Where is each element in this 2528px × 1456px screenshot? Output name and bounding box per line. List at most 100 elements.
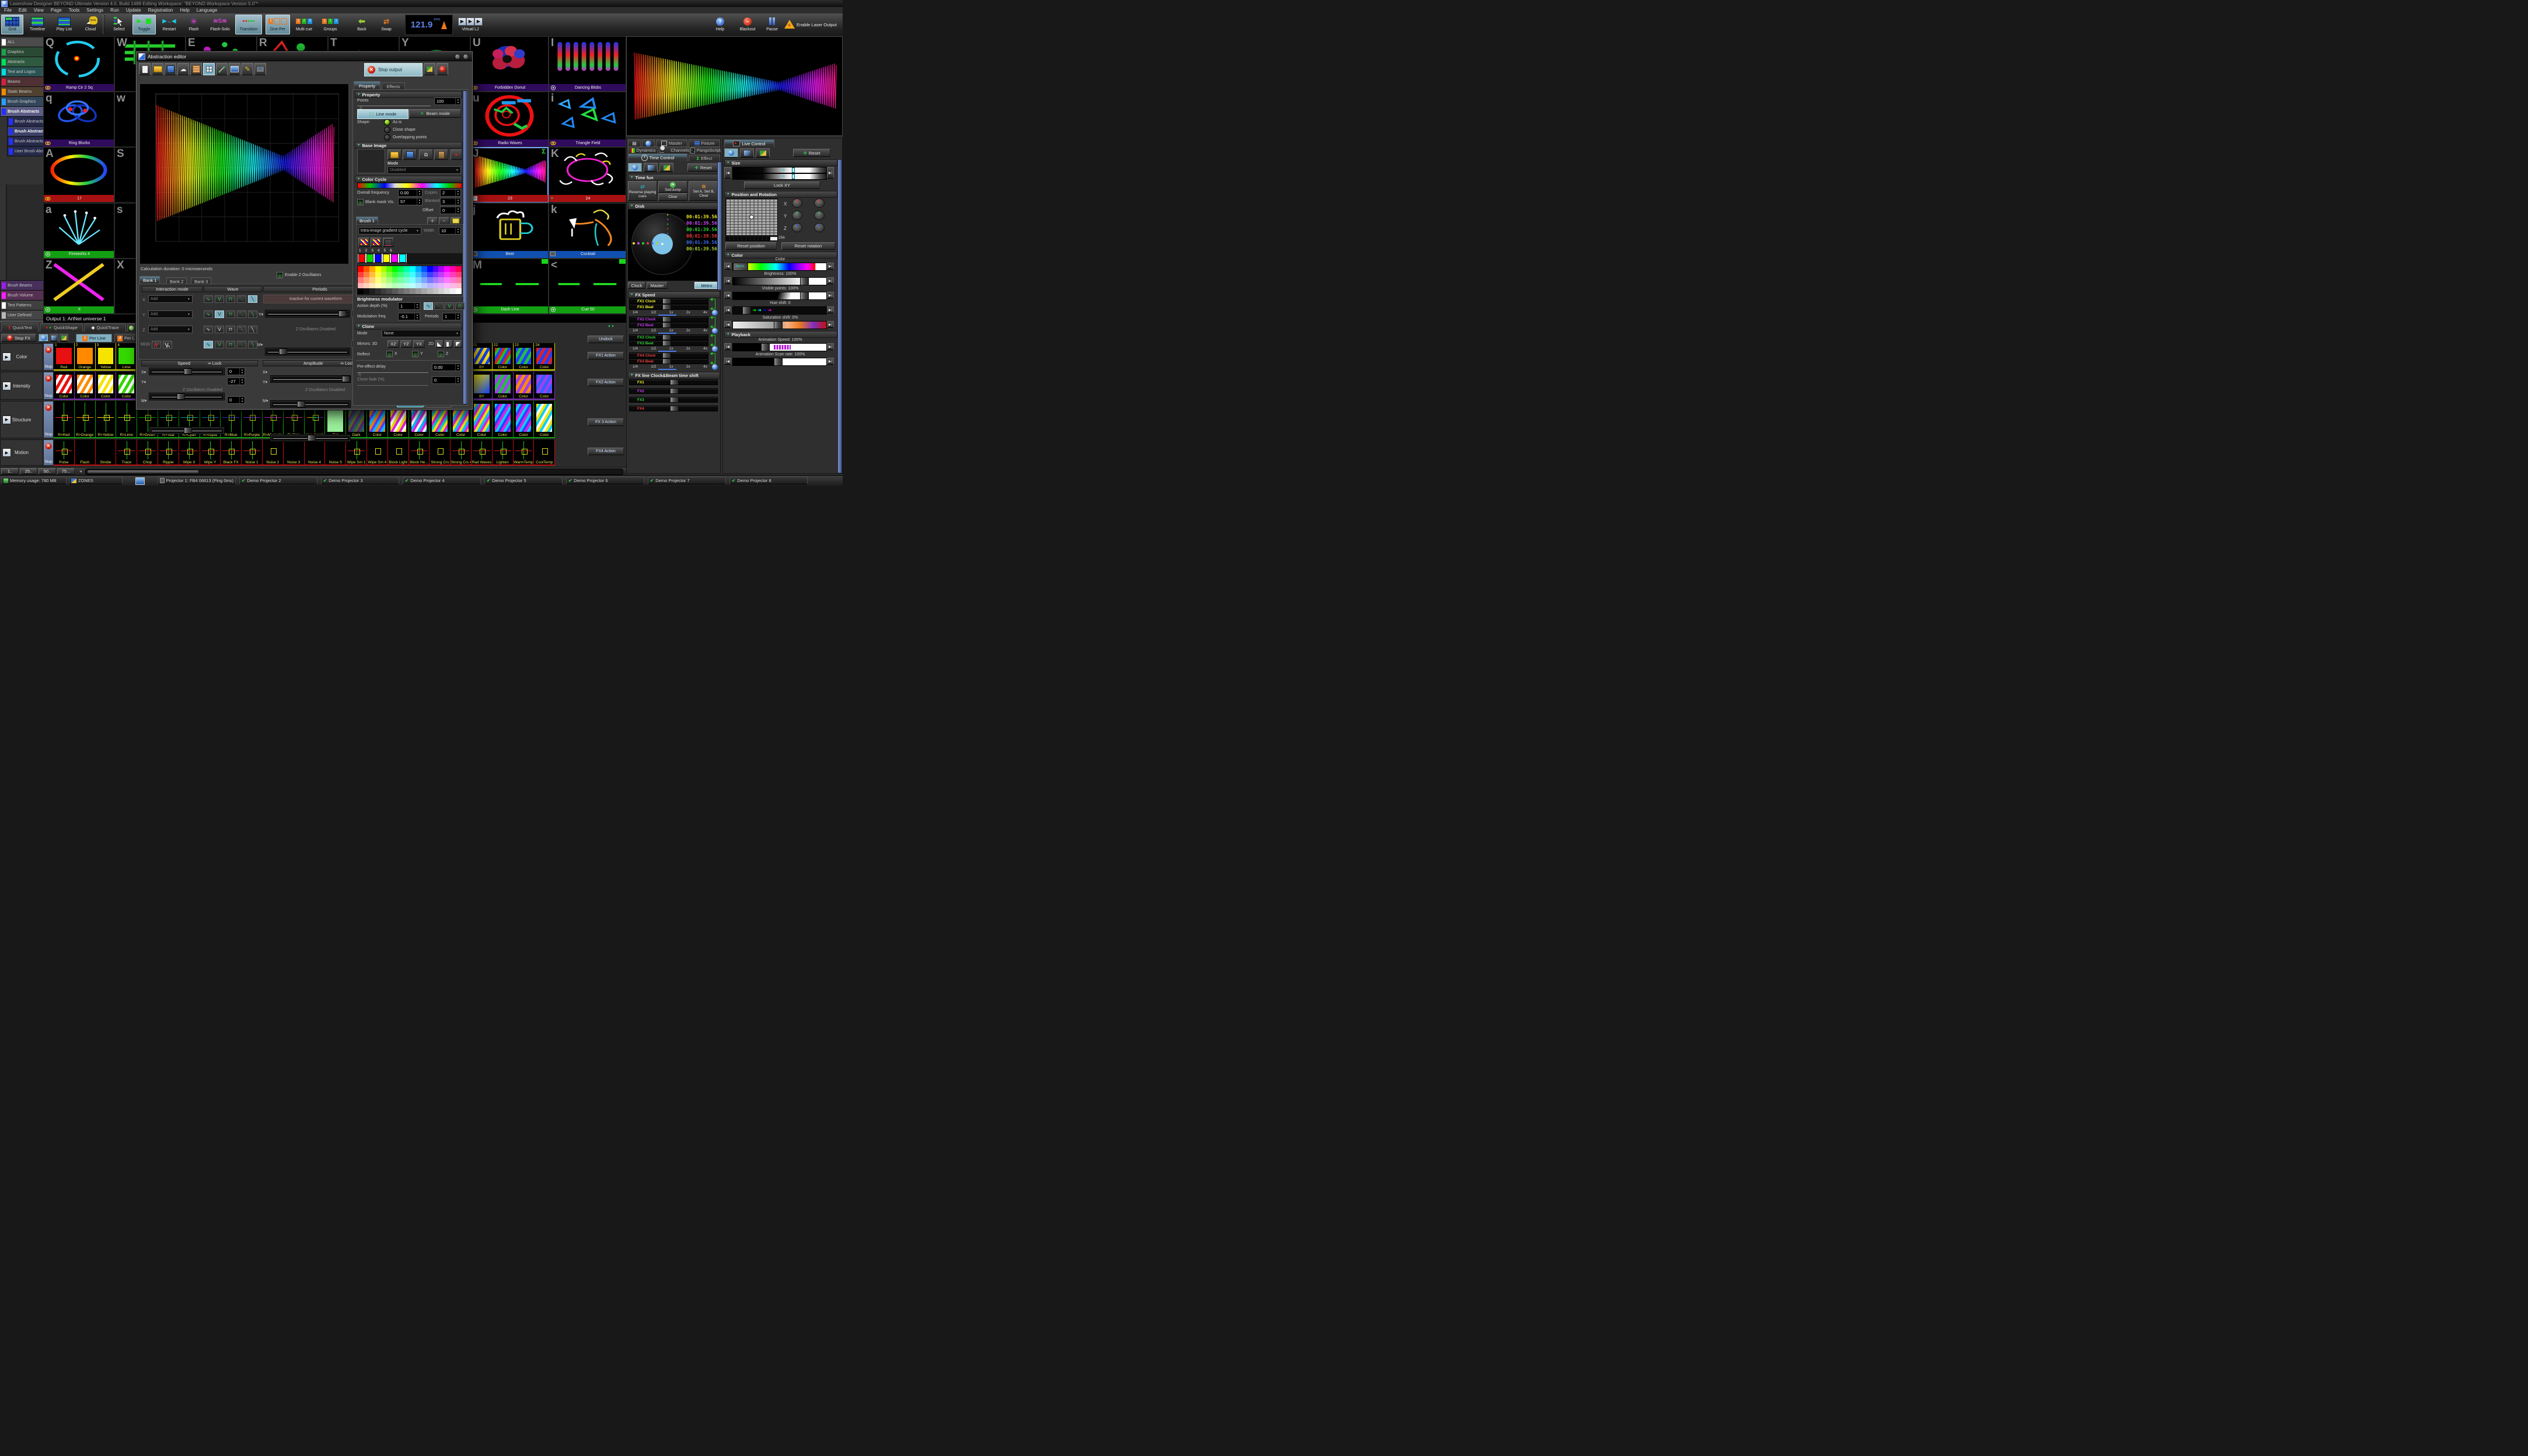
wave-noise-button[interactable]: ⋱ bbox=[237, 341, 246, 348]
wave-sine-button[interactable]: ∿ bbox=[204, 295, 213, 303]
menu-view[interactable]: View bbox=[34, 8, 44, 13]
row-expand-button[interactable]: ▶ bbox=[2, 352, 11, 361]
visible-points-left-button[interactable]: |◀ bbox=[724, 292, 731, 299]
universe-view-button[interactable] bbox=[628, 163, 642, 172]
brush-remove-color-button[interactable]: − bbox=[371, 238, 382, 247]
fx-row-stop-intensity[interactable]: ✕Stop bbox=[43, 372, 54, 400]
reverse-playing-cues-button[interactable]: ⇄Reverse playing cues bbox=[628, 181, 657, 201]
palette-color[interactable] bbox=[410, 283, 415, 289]
speed-x-value[interactable]: 0▲▼ bbox=[227, 368, 245, 375]
fx-line-slider[interactable]: FX2 bbox=[629, 388, 718, 394]
reflect-z[interactable]: Z bbox=[438, 351, 448, 357]
palette-color[interactable] bbox=[375, 277, 381, 283]
palette-slot[interactable] bbox=[366, 254, 373, 263]
palette-color[interactable] bbox=[381, 272, 387, 278]
rotation-knob-z-a[interactable] bbox=[792, 223, 802, 232]
disk-header[interactable]: Disk bbox=[628, 202, 720, 210]
fx-line-slider[interactable]: FX3 bbox=[629, 397, 718, 403]
clone-fade-slider[interactable] bbox=[357, 385, 428, 386]
projector-1[interactable]: Projector 1: FB4 06613 (Ping 0ms) bbox=[158, 477, 236, 484]
menu-update[interactable]: Update bbox=[126, 8, 141, 13]
visible-points-handle[interactable] bbox=[800, 292, 809, 300]
dialog-pin-button[interactable] bbox=[455, 54, 460, 60]
live-panel-scrollbar[interactable] bbox=[837, 159, 842, 473]
mirror-xz-button[interactable]: XZ bbox=[387, 340, 399, 348]
animation-speed-handle[interactable] bbox=[761, 343, 770, 351]
toggle-button[interactable]: ▶↔Toggle bbox=[132, 15, 156, 34]
fx-cell-color[interactable]: 24Color bbox=[534, 343, 555, 371]
fx-cell-strobe[interactable]: Strobe bbox=[96, 439, 117, 466]
base-image-paste-button[interactable] bbox=[434, 149, 448, 160]
depth-bar[interactable] bbox=[725, 236, 778, 241]
time-reset-button[interactable]: ✛Reset bbox=[687, 163, 719, 172]
virtual-lj-button[interactable]: ▶▶▶Virtual LJ bbox=[455, 15, 486, 34]
page-button-4[interactable]: 75... bbox=[57, 468, 75, 474]
saturation-shift-right-button[interactable]: ▶| bbox=[827, 321, 834, 328]
palette-color[interactable] bbox=[427, 277, 433, 283]
dialog-paste-image-button[interactable] bbox=[424, 63, 435, 75]
copies-value[interactable]: 2▲▼ bbox=[440, 189, 461, 197]
back-button[interactable]: ⬅Back bbox=[350, 15, 373, 34]
palette-color[interactable] bbox=[386, 277, 392, 283]
palette-color[interactable] bbox=[375, 288, 381, 294]
palette-color[interactable] bbox=[433, 266, 439, 272]
wave-triangle-button[interactable]: V bbox=[215, 326, 224, 333]
fx-cell-noise-5[interactable]: Noise 5 bbox=[325, 439, 346, 466]
cue-cell-u[interactable]: uRadio Waves bbox=[470, 92, 549, 147]
palette-color[interactable] bbox=[358, 288, 364, 294]
blackout-button[interactable]: −Blackout bbox=[734, 15, 761, 34]
tab-notes[interactable]: ▤ bbox=[628, 139, 641, 146]
tab-per-l4[interactable]: 4Per L bbox=[114, 334, 138, 342]
palette-color[interactable] bbox=[450, 288, 456, 294]
dialog-grid-view-button[interactable] bbox=[203, 63, 215, 75]
tab-quicktrace[interactable]: ◆QuickTrace bbox=[84, 323, 126, 331]
fx-line-header[interactable]: FX line Clock&Beam time shift bbox=[628, 372, 720, 379]
menu-page[interactable]: Page bbox=[51, 8, 62, 13]
fx-cell-orange[interactable]: 2Orange bbox=[75, 343, 96, 371]
palette-color[interactable] bbox=[392, 277, 398, 283]
palette-color[interactable] bbox=[421, 266, 427, 272]
fx-speed-header[interactable]: FX Speed bbox=[628, 291, 720, 298]
scale-tick-label[interactable]: 1x bbox=[669, 310, 673, 315]
palette-color[interactable] bbox=[369, 283, 375, 289]
cue-cell-q[interactable]: qRing Blurbs bbox=[43, 92, 114, 147]
scale-tick-label[interactable]: 1/2 bbox=[651, 365, 656, 369]
position-grid[interactable] bbox=[725, 198, 778, 236]
size-handle[interactable] bbox=[792, 167, 795, 173]
memory-usage[interactable]: Memory usage: 780 MB bbox=[1, 477, 67, 484]
dialog-capture-button[interactable] bbox=[254, 63, 266, 75]
palette-color[interactable] bbox=[369, 272, 375, 278]
clone-mode-dropdown[interactable]: None bbox=[382, 330, 461, 337]
palette-color[interactable] bbox=[392, 272, 398, 278]
color-left-button[interactable]: |◀ bbox=[724, 263, 731, 270]
window-view-button[interactable] bbox=[644, 163, 658, 172]
dialog-monitor-button[interactable] bbox=[229, 63, 240, 75]
wave-sine-button[interactable]: ∿ bbox=[204, 310, 213, 318]
scale-tick-label[interactable]: 1/4 bbox=[633, 347, 638, 351]
dialog-cloud-button[interactable]: ☁ bbox=[177, 63, 189, 75]
fx-action-button-2[interactable]: FX2 Action bbox=[588, 379, 624, 386]
fx-cell-cooltemp[interactable]: CoolTemp bbox=[534, 439, 555, 466]
palette-slot[interactable] bbox=[375, 254, 382, 263]
wave-line-button[interactable]: ╲ bbox=[248, 310, 257, 318]
tab-effect[interactable]: ΣEffect bbox=[689, 155, 720, 161]
cue-cell-K[interactable]: K✶24 bbox=[549, 147, 626, 202]
wave-sine-button[interactable]: ∿ bbox=[204, 326, 213, 333]
fx-cell-flash[interactable]: Flash bbox=[75, 439, 96, 466]
scale-tick-label[interactable]: 2x bbox=[686, 365, 690, 369]
palette-color[interactable] bbox=[421, 283, 427, 289]
menu-file[interactable]: File bbox=[4, 8, 12, 13]
animation-scan-rate-handle[interactable] bbox=[774, 358, 783, 366]
tab-bank-1[interactable]: Bank 1 bbox=[139, 276, 160, 284]
menu-run[interactable]: Run bbox=[110, 8, 119, 13]
cue-cell-J[interactable]: JΣ∿23 bbox=[470, 147, 549, 202]
help-button[interactable]: ?Help bbox=[710, 15, 731, 34]
fx-speed-scale[interactable]: 1/41/21x2x4x bbox=[629, 347, 711, 351]
palette-color[interactable] bbox=[364, 272, 369, 278]
speed-y-slider[interactable] bbox=[149, 393, 225, 400]
scale-tick-label[interactable]: 1/2 bbox=[651, 329, 656, 333]
palette-color[interactable] bbox=[404, 272, 410, 278]
editor-canvas[interactable] bbox=[139, 83, 349, 264]
hue-shift-slider[interactable]: ➜➜➜➜➜➜ bbox=[732, 306, 827, 315]
cue-cell-U[interactable]: UForbidden Donut bbox=[470, 36, 549, 92]
